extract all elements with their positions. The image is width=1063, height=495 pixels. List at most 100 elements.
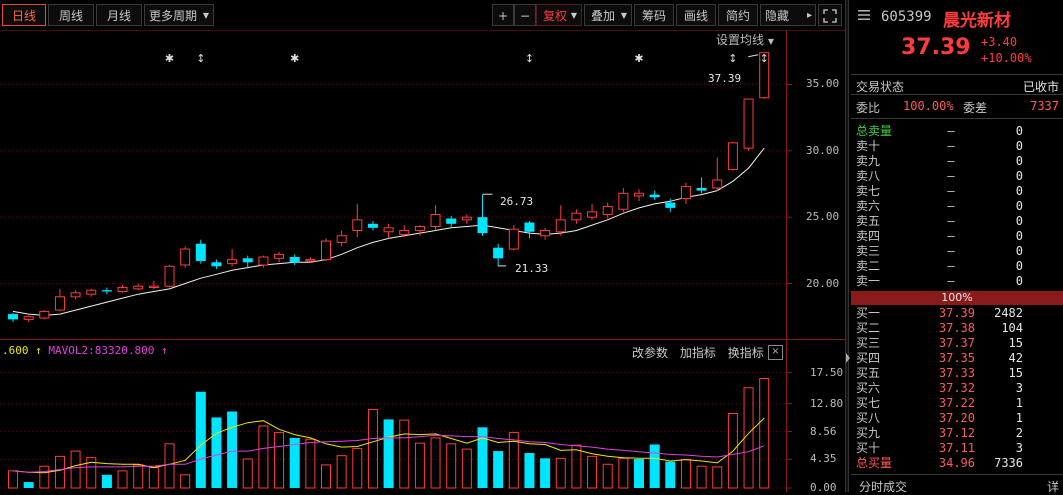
volume-bar — [101, 474, 112, 488]
zoom-in-button[interactable]: + — [492, 4, 514, 26]
candlestick — [508, 225, 519, 251]
fuquan-button[interactable]: 复权 ▼ — [536, 4, 582, 26]
candlestick — [195, 239, 206, 264]
candle-body — [289, 257, 300, 263]
buy-level-row[interactable]: 买八 37.20 1 — [851, 411, 1063, 426]
volume-bar — [759, 378, 770, 489]
kline-chart[interactable]: ✱ ↕ ✱ ↕ ✱ ↕ ↕ — [0, 30, 845, 492]
event-mark-icon: ↕ — [728, 52, 737, 65]
order-level-label: 卖八 — [856, 169, 881, 183]
fullscreen-icon[interactable] — [818, 4, 842, 26]
high-price-label: 37.39 — [708, 72, 742, 85]
candle-body — [649, 194, 660, 198]
candle-body — [164, 265, 175, 287]
order-level-volume: 15 — [1008, 366, 1023, 380]
sell-level-row[interactable]: 卖二 — 0 — [851, 259, 1063, 274]
sell-level-row[interactable]: 卖一 — 0 — [851, 274, 1063, 289]
order-level-volume: 15 — [1008, 336, 1023, 350]
zoom-out-button[interactable]: − — [514, 4, 536, 26]
volume-bar — [618, 457, 629, 489]
brief-button[interactable]: 简约 — [718, 4, 758, 26]
candle-body — [211, 262, 222, 267]
chips-button[interactable]: 筹码 — [634, 4, 674, 26]
order-level-label: 卖二 — [856, 259, 881, 273]
tab-more-periods[interactable]: 更多周期 ▼ — [144, 4, 214, 26]
event-mark-icon: ✱ — [290, 52, 299, 65]
volume-legend: .600 ↑ MAVOL2:83320.800 ↑ — [2, 344, 168, 357]
order-level-price: — — [947, 154, 955, 168]
candlestick — [555, 205, 566, 236]
overlay-button[interactable]: 叠加 ▼ — [584, 4, 632, 26]
candle-body — [39, 310, 50, 319]
wecha-label: 委差 — [963, 101, 988, 115]
draw-line-button[interactable]: 画线 — [676, 4, 716, 26]
low-price-label: 21.33 — [515, 262, 549, 275]
switch-indicator-button[interactable]: 换指标 — [728, 346, 764, 360]
buy-level-row[interactable]: 买四 37.35 42 — [851, 351, 1063, 366]
order-level-volume: 0 — [1015, 214, 1023, 228]
volume-bar — [180, 474, 191, 489]
sell-level-row[interactable]: 卖七 — 0 — [851, 184, 1063, 199]
sell-level-row[interactable]: 卖九 — 0 — [851, 154, 1063, 169]
candle-body — [117, 287, 128, 293]
change-params-button[interactable]: 改参数 — [632, 346, 668, 360]
trade-detail-tab[interactable]: 分时成交 — [859, 478, 907, 495]
candlestick — [602, 202, 613, 219]
volume-bar — [540, 458, 551, 488]
candlestick — [70, 290, 81, 300]
volume-tick-label: 8.56 — [810, 424, 837, 438]
candle-body — [665, 202, 676, 208]
volume-bar — [54, 455, 65, 489]
sell-level-row[interactable]: 卖六 — 0 — [851, 199, 1063, 214]
candlestick — [618, 187, 629, 212]
order-level-price: — — [947, 139, 955, 153]
trade-status-value: 已收市 — [1022, 80, 1059, 94]
candlestick — [23, 315, 34, 323]
candlestick — [8, 312, 18, 323]
candlestick — [321, 238, 331, 261]
buy-level-row[interactable]: 买六 37.32 3 — [851, 381, 1063, 396]
tab-weekly[interactable]: 周线 — [48, 4, 94, 26]
sell-level-row[interactable]: 卖五 — 0 — [851, 214, 1063, 229]
candle-body — [86, 289, 97, 295]
tab-daily[interactable]: 日线 — [2, 4, 46, 26]
volume-bar — [634, 458, 644, 488]
buy-level-row[interactable]: 买三 37.37 15 — [851, 336, 1063, 351]
candlestick — [680, 182, 691, 204]
menu-icon[interactable] — [857, 8, 873, 24]
high-leader-line — [748, 54, 759, 58]
buy-level-row[interactable]: 买七 37.22 1 — [851, 396, 1063, 411]
sell-total-volume: 0 — [1015, 124, 1023, 138]
order-level-volume: 0 — [1015, 259, 1023, 273]
candlestick — [461, 214, 472, 224]
tab-monthly[interactable]: 月线 — [96, 4, 142, 26]
volume-bar — [117, 470, 128, 489]
buy-level-row[interactable]: 买五 37.33 15 — [851, 366, 1063, 381]
event-mark-icon: ↕ — [760, 52, 769, 65]
event-mark-icon: ✱ — [634, 52, 643, 65]
volume-bar — [571, 444, 582, 489]
sell-level-row[interactable]: 卖八 — 0 — [851, 169, 1063, 184]
add-indicator-button[interactable]: 加指标 — [680, 346, 716, 360]
candle-body — [367, 223, 378, 228]
bid-ask-ratio-bar: 100% — [851, 291, 1063, 305]
detail-link[interactable]: 详 — [1047, 478, 1059, 495]
ma-settings-link[interactable]: 设置均线 ▼ — [716, 31, 774, 48]
stock-code: 605399 — [881, 9, 932, 25]
sell-level-row[interactable]: 卖四 — 0 — [851, 229, 1063, 244]
buy-level-row[interactable]: 买二 37.38 104 — [851, 321, 1063, 336]
buy-level-row[interactable]: 买一 37.39 2482 — [851, 306, 1063, 321]
buy-level-row[interactable]: 买十 37.11 3 — [851, 441, 1063, 456]
buy-total-volume: 7336 — [994, 456, 1023, 470]
sell-level-row[interactable]: 卖十 — 0 — [851, 139, 1063, 154]
order-level-volume: 3 — [1015, 381, 1023, 395]
candlestick — [430, 205, 441, 231]
close-icon[interactable]: × — [768, 345, 783, 360]
hide-button[interactable]: 隐藏 ▸ — [760, 4, 816, 26]
volume-tick-label: 17.50 — [810, 365, 844, 379]
stock-name: 晨光新材 — [943, 11, 1011, 31]
candlestick — [477, 194, 488, 236]
order-level-label: 卖七 — [856, 184, 881, 198]
sell-level-row[interactable]: 卖三 — 0 — [851, 244, 1063, 259]
buy-level-row[interactable]: 买九 37.12 2 — [851, 426, 1063, 441]
